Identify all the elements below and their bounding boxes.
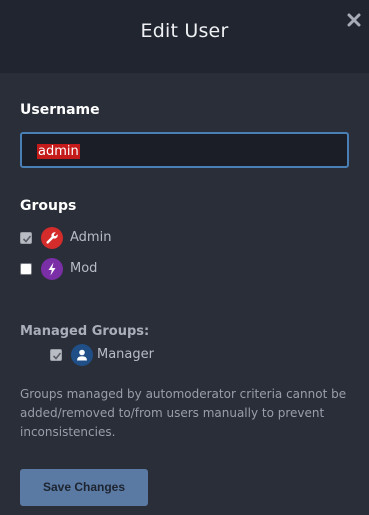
username-label: Username bbox=[20, 102, 100, 118]
user-icon bbox=[71, 344, 93, 366]
group-mod-checkbox[interactable] bbox=[20, 263, 32, 275]
group-row-mod: Mod bbox=[20, 258, 220, 280]
save-changes-label: Save Changes bbox=[42, 480, 126, 494]
username-value: admin bbox=[37, 144, 80, 159]
dialog-title: Edit User bbox=[140, 20, 229, 42]
managed-groups-help-text: Groups managed by automoderator criteria… bbox=[20, 387, 347, 439]
group-mod-label: Mod bbox=[70, 261, 98, 276]
close-icon[interactable] bbox=[347, 13, 361, 27]
lightning-icon bbox=[41, 258, 63, 280]
dialog-header: Edit User bbox=[0, 0, 369, 73]
group-row-admin: Admin bbox=[20, 227, 220, 249]
managed-manager-checkbox[interactable] bbox=[50, 349, 62, 361]
managed-group-row-manager: Manager bbox=[50, 344, 250, 366]
groups-label: Groups bbox=[20, 198, 77, 214]
managed-groups-label: Managed Groups: bbox=[20, 324, 150, 339]
group-admin-checkbox[interactable] bbox=[20, 232, 32, 244]
wrench-icon bbox=[41, 227, 63, 249]
save-changes-button[interactable]: Save Changes bbox=[20, 469, 148, 506]
managed-manager-label: Manager bbox=[97, 347, 154, 362]
username-input[interactable]: admin bbox=[20, 132, 349, 168]
group-admin-label: Admin bbox=[70, 230, 112, 245]
